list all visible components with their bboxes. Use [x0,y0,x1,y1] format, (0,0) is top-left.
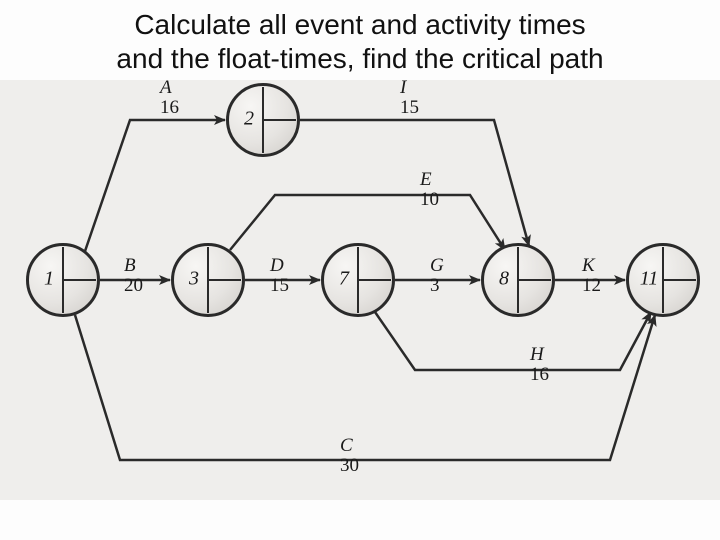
activity-label-C: C 30 [340,436,359,476]
activity-letter: E [420,170,439,190]
activity-duration: 16 [160,98,179,118]
activity-letter: I [400,78,419,98]
event-node-1: 1 [26,243,100,317]
activity-label-E: E 10 [420,170,439,210]
activity-duration: 3 [430,276,444,296]
event-node-11: 11 [626,243,700,317]
edge-A [83,120,225,257]
edge-H [375,312,651,370]
edge-E [230,195,505,250]
activity-duration: 16 [530,365,549,385]
activity-letter: K [582,256,601,276]
activity-duration: 30 [340,456,359,476]
activity-label-B: B 20 [124,256,143,296]
event-id: 7 [330,267,358,290]
activity-letter: G [430,256,444,276]
event-id: 2 [235,107,263,130]
activity-duration: 10 [420,190,439,210]
activity-label-H: H 16 [530,345,549,385]
edge-I [300,120,529,246]
activity-duration: 15 [270,276,289,296]
title-line-2: and the float-times, find the critical p… [116,43,603,74]
event-node-2: 2 [226,83,300,157]
event-node-7: 7 [321,243,395,317]
activity-letter: C [340,436,359,456]
event-id: 3 [180,267,208,290]
event-node-3: 3 [171,243,245,317]
activity-letter: A [160,78,179,98]
activity-label-D: D 15 [270,256,289,296]
activity-label-I: I 15 [400,78,419,118]
activity-duration: 15 [400,98,419,118]
activity-label-G: G 3 [430,256,444,296]
event-id: 8 [490,267,518,290]
edge-C [75,315,655,460]
activity-letter: B [124,256,143,276]
page-title: Calculate all event and activity times a… [0,0,720,75]
activity-letter: H [530,345,549,365]
activity-duration: 12 [582,276,601,296]
title-line-1: Calculate all event and activity times [134,9,585,40]
activity-letter: D [270,256,289,276]
network-diagram: 1 2 3 7 8 11 A 16 I 15 B 20 D 15 G 3 K 1… [0,80,720,500]
activity-label-K: K 12 [582,256,601,296]
event-node-8: 8 [481,243,555,317]
event-id: 11 [635,267,663,290]
activity-label-A: A 16 [160,78,179,118]
event-id: 1 [35,267,63,290]
activity-duration: 20 [124,276,143,296]
